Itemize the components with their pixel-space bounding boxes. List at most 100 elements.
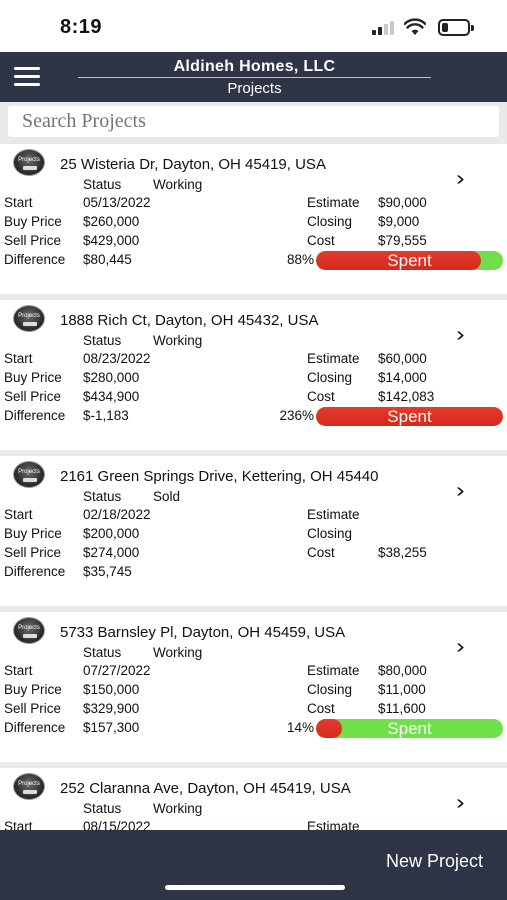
difference-label: Difference xyxy=(4,564,66,579)
project-address: 2161 Green Springs Drive, Kettering, OH … xyxy=(60,468,379,485)
project-logo-icon: Projects xyxy=(13,305,45,332)
status-bar: 8:19 xyxy=(0,0,507,52)
project-card[interactable]: Projects 252 Claranna Ave, Dayton, OH 454… xyxy=(0,768,507,830)
closing-value: $14,000 xyxy=(378,370,427,385)
buy-price-value: $280,000 xyxy=(83,370,140,385)
search-input[interactable] xyxy=(8,106,499,137)
header-divider xyxy=(78,77,431,78)
chevron-right-icon[interactable]: › xyxy=(456,324,465,347)
battery-icon xyxy=(438,19,474,36)
cost-value: $79,555 xyxy=(378,233,427,248)
status-label: Status xyxy=(83,645,122,660)
closing-label: Closing xyxy=(307,370,353,385)
status-value: Sold xyxy=(153,489,181,504)
home-indicator xyxy=(165,885,345,890)
sell-price-value: $329,900 xyxy=(83,701,140,716)
estimate-label: Estimate xyxy=(307,351,360,366)
status-value: Working xyxy=(153,801,203,816)
project-address: 252 Claranna Ave, Dayton, OH 45419, USA xyxy=(60,780,351,797)
cost-label: Cost xyxy=(307,701,335,716)
start-value: 07/27/2022 xyxy=(83,663,151,678)
spent-percent: 88% xyxy=(286,252,314,267)
start-value: 08/23/2022 xyxy=(83,351,151,366)
project-logo-text: Projects xyxy=(18,157,40,163)
project-list[interactable]: Projects 25 Wisteria Dr, Dayton, OH 45419… xyxy=(0,140,507,830)
cost-value: $11,600 xyxy=(378,701,426,716)
buy-price-label: Buy Price xyxy=(4,526,62,541)
wifi-icon xyxy=(404,18,426,35)
cellular-signal-icon xyxy=(372,21,396,35)
buy-price-value: $200,000 xyxy=(83,526,140,541)
chevron-right-icon[interactable]: › xyxy=(456,168,465,191)
new-project-button[interactable]: New Project xyxy=(386,851,483,872)
project-logo-text: Projects xyxy=(18,313,40,319)
sell-price-label: Sell Price xyxy=(4,389,62,404)
project-card[interactable]: Projects 2161 Green Springs Drive, Ketter… xyxy=(0,456,507,606)
sell-price-value: $274,000 xyxy=(83,545,140,560)
difference-value: $-1,183 xyxy=(83,408,129,423)
chevron-right-icon[interactable]: › xyxy=(456,636,465,659)
difference-value: $35,745 xyxy=(83,564,132,579)
sell-price-label: Sell Price xyxy=(4,701,62,716)
buy-price-value: $260,000 xyxy=(83,214,140,229)
cost-value: $142,083 xyxy=(378,389,435,404)
project-logo-text: Projects xyxy=(18,469,40,475)
closing-label: Closing xyxy=(307,682,353,697)
difference-label: Difference xyxy=(4,252,66,267)
project-logo-icon: Projects xyxy=(13,149,45,176)
project-card[interactable]: Projects 5733 Barnsley Pl, Dayton, OH 454… xyxy=(0,612,507,762)
start-value: 02/18/2022 xyxy=(83,507,151,522)
status-label: Status xyxy=(83,333,122,348)
project-logo-icon: Projects xyxy=(13,617,45,644)
estimate-label: Estimate xyxy=(307,195,360,210)
project-logo-text: Projects xyxy=(18,625,40,631)
estimate-value: $90,000 xyxy=(378,195,427,210)
chevron-right-icon[interactable]: › xyxy=(456,480,465,503)
project-address: 5733 Barnsley Pl, Dayton, OH 45459, USA xyxy=(60,624,346,641)
project-logo-band xyxy=(23,478,37,482)
status-time: 8:19 xyxy=(60,16,103,38)
sell-price-value: $434,900 xyxy=(83,389,140,404)
sell-price-value: $429,000 xyxy=(83,233,140,248)
closing-value: $11,000 xyxy=(378,682,426,697)
project-logo-band xyxy=(23,634,37,638)
buy-price-label: Buy Price xyxy=(4,682,62,697)
project-card[interactable]: Projects 25 Wisteria Dr, Dayton, OH 45419… xyxy=(0,144,507,294)
company-name: Aldineh Homes, LLC xyxy=(173,58,336,75)
project-logo-text: Projects xyxy=(18,781,40,787)
difference-value: $157,300 xyxy=(83,720,140,735)
spent-label: Spent xyxy=(387,407,432,426)
spent-label: Spent xyxy=(387,719,432,738)
estimate-label: Estimate xyxy=(307,663,360,678)
spent-progress-bar: Spent xyxy=(316,251,503,270)
buy-price-label: Buy Price xyxy=(4,214,62,229)
project-address: 1888 Rich Ct, Dayton, OH 45432, USA xyxy=(60,312,319,329)
cost-label: Cost xyxy=(307,389,335,404)
project-card[interactable]: Projects 1888 Rich Ct, Dayton, OH 45432, … xyxy=(0,300,507,450)
status-value: Working xyxy=(153,177,203,192)
start-label: Start xyxy=(4,351,33,366)
spent-percent: 14% xyxy=(286,720,314,735)
buy-price-label: Buy Price xyxy=(4,370,62,385)
status-value: Working xyxy=(153,333,203,348)
difference-value: $80,445 xyxy=(83,252,132,267)
project-logo-band xyxy=(23,166,37,170)
closing-label: Closing xyxy=(307,526,353,541)
estimate-value: $80,000 xyxy=(378,663,427,678)
hamburger-menu-icon[interactable] xyxy=(14,67,40,87)
estimate-label: Estimate xyxy=(307,507,360,522)
status-value: Working xyxy=(153,645,203,660)
chevron-right-icon[interactable]: › xyxy=(456,792,465,815)
project-address: 25 Wisteria Dr, Dayton, OH 45419, USA xyxy=(60,156,326,173)
start-value: 08/15/2022 xyxy=(83,819,151,830)
spent-progress-bar: Spent xyxy=(316,407,503,426)
status-label: Status xyxy=(83,489,122,504)
estimate-label: Estimate xyxy=(307,819,360,830)
nav-header: Aldineh Homes, LLC Projects xyxy=(0,52,507,102)
project-logo-icon: Projects xyxy=(13,461,45,488)
project-logo-icon: Projects xyxy=(13,773,45,800)
closing-label: Closing xyxy=(307,214,353,229)
difference-label: Difference xyxy=(4,408,66,423)
closing-value: $9,000 xyxy=(378,214,420,229)
difference-label: Difference xyxy=(4,720,66,735)
